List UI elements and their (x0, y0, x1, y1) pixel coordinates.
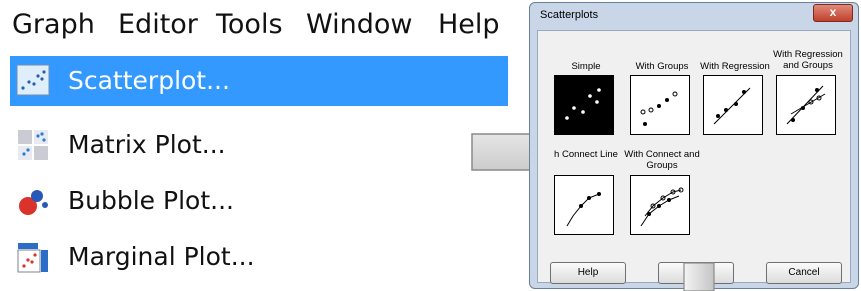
menu-item-bubble-plot[interactable]: Bubble Plot... (10, 176, 508, 226)
menu-item-scatterplot[interactable]: Scatterplot... (10, 56, 508, 106)
option-thumbnail-with-groups[interactable] (630, 75, 690, 135)
menu-graph[interactable]: Graph (12, 9, 95, 41)
matrix-plot-icon (16, 128, 52, 162)
menu-item-matrix-plot[interactable]: Matrix Plot... (10, 120, 508, 170)
menu-item-marginal-plot[interactable]: Marginal Plot... (10, 232, 508, 282)
marginal-plot-icon (16, 240, 52, 274)
menu-tools[interactable]: Tools (216, 9, 283, 41)
close-button[interactable]: x (813, 4, 853, 22)
menu-bar: Graph Editor Tools Window Help (0, 0, 508, 50)
graph-dropdown-menu: Scatterplot... Matrix Plot... Bubble Plo… (0, 56, 508, 291)
arrow-down-icon (683, 262, 715, 291)
cancel-button[interactable]: Cancel (766, 262, 842, 284)
help-button[interactable]: Help (550, 262, 626, 284)
menu-item-label: Matrix Plot... (68, 130, 226, 159)
option-thumbnail-with-connect-line[interactable] (554, 175, 614, 235)
menu-item-label: Scatterplot... (68, 66, 230, 95)
option-thumbnail-with-connect-and-groups[interactable] (630, 175, 690, 235)
option-label: With Connect and Groups (624, 149, 700, 171)
menu-editor[interactable]: Editor (118, 9, 198, 41)
scatterplots-dialog: Scatterplots x Simple With Groups With R… (529, 2, 859, 289)
menu-window[interactable]: Window (306, 9, 412, 41)
dialog-title: Scatterplots (540, 9, 599, 21)
dialog-titlebar[interactable]: Scatterplots x (530, 3, 858, 27)
option-label: With Regression and Groups (773, 49, 843, 71)
menu-item-label: Bubble Plot... (68, 186, 234, 215)
scatterplot-icon (16, 64, 52, 98)
menu-item-label: Marginal Plot... (68, 242, 255, 271)
option-label: h Connect Line (554, 149, 618, 160)
option-label: With Groups (635, 61, 689, 72)
option-label: Simple (571, 61, 601, 72)
dialog-client-area: Simple With Groups With Regression With … (537, 30, 851, 284)
bubble-plot-icon (16, 184, 52, 218)
option-thumbnail-with-regression[interactable] (703, 75, 763, 135)
option-label: With Regression (700, 61, 770, 72)
option-thumbnail-simple[interactable] (554, 75, 614, 135)
option-thumbnail-with-regression-and-groups[interactable] (776, 75, 836, 135)
menu-help[interactable]: Help (438, 9, 500, 41)
